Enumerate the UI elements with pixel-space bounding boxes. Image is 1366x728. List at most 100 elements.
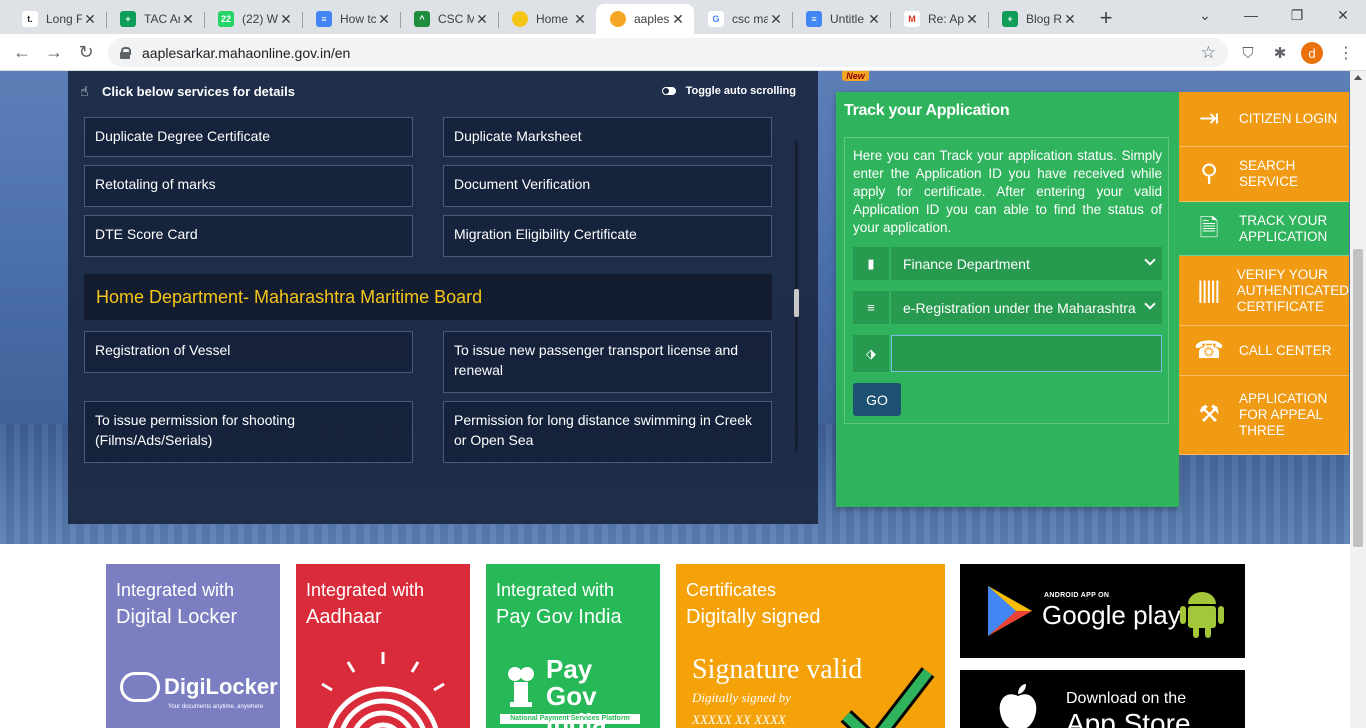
- aadhaar-card[interactable]: Integrated with Aadhaar: [296, 564, 470, 728]
- address-bar: ← → ↻ aaplesarkar.mahaonline.gov.in/en ☆…: [0, 34, 1366, 71]
- digitally-signed-card[interactable]: Certificates Digitally signed Signature …: [676, 564, 945, 728]
- tab-title: TAC Ar: [144, 12, 180, 26]
- toggle-switch-icon[interactable]: [661, 87, 676, 95]
- service-item[interactable]: Registration of Vessel: [84, 331, 413, 373]
- tab-close-icon[interactable]: ✕: [866, 11, 882, 28]
- service-item[interactable]: Retotaling of marks: [84, 165, 413, 207]
- track-title: Track your Application: [844, 102, 1010, 119]
- reload-button[interactable]: ↻: [70, 36, 102, 68]
- go-button[interactable]: GO: [853, 383, 901, 416]
- card-line1: Integrated with: [496, 580, 615, 600]
- service-item[interactable]: Duplicate Degree Certificate: [84, 117, 413, 157]
- browser-tab[interactable]: ≡ How tc ✕: [302, 4, 400, 34]
- page-scrollbar[interactable]: [1350, 71, 1366, 728]
- browser-tab[interactable]: Home ✕: [498, 4, 596, 34]
- url-bar[interactable]: aaplesarkar.mahaonline.gov.in/en ☆: [108, 38, 1228, 67]
- service-item[interactable]: To issue permission for shooting (Films/…: [84, 401, 413, 463]
- tab-close-icon[interactable]: ✕: [278, 11, 294, 28]
- app-store-badge[interactable]: Download on the App Store: [960, 670, 1245, 728]
- browser-tab[interactable]: ^ CSC M ✕: [400, 4, 498, 34]
- paygov-card[interactable]: Integrated with Pay Gov India Pay Gov In…: [486, 564, 660, 728]
- browser-tab[interactable]: 22 (22) W ✕: [204, 4, 302, 34]
- chevron-down-icon: [1144, 254, 1156, 266]
- track-application-link[interactable]: 🗎 TRACK YOUR APPLICATION: [1179, 202, 1349, 256]
- extensions-puzzle-icon[interactable]: ✱: [1264, 37, 1296, 69]
- login-icon: ⇥: [1198, 105, 1220, 132]
- tab-close-icon[interactable]: ✕: [474, 11, 490, 28]
- department-select[interactable]: Finance Department: [891, 247, 1162, 280]
- tab-favicon-icon: M: [904, 11, 920, 27]
- browser-tab[interactable]: aaples ✕: [596, 4, 694, 34]
- quick-link-label: VERIFY YOUR AUTHENTICATED CERTIFICATE: [1236, 266, 1350, 314]
- browser-tab[interactable]: Gcsc ma ✕: [694, 4, 792, 34]
- appeal-link[interactable]: ⚒ APPLICATION FOR APPEAL THREE: [1179, 376, 1349, 455]
- service-item[interactable]: Document Verification: [443, 165, 772, 207]
- tab-close-icon[interactable]: ✕: [572, 11, 588, 28]
- digilocker-card[interactable]: Integrated with Digital Locker DigiLocke…: [106, 564, 280, 728]
- tab-close-icon[interactable]: ✕: [1062, 11, 1078, 28]
- auto-scroll-toggle[interactable]: Toggle auto scrolling: [661, 85, 796, 97]
- gavel-icon: ⚒: [1198, 401, 1220, 428]
- browser-tab[interactable]: + Blog R ✕: [988, 4, 1086, 34]
- close-window-button[interactable]: ✕: [1320, 0, 1366, 30]
- services-header: ☝ Click below services for details Toggl…: [68, 71, 818, 111]
- new-tab-button[interactable]: +: [1092, 4, 1120, 32]
- search-service-link[interactable]: ⚲ SEARCH SERVICE: [1179, 147, 1349, 202]
- service-item[interactable]: Duplicate Marksheet: [443, 117, 772, 157]
- card-line1: Certificates: [686, 580, 777, 600]
- services-scroll-thumb[interactable]: [794, 289, 799, 317]
- card-line1: Integrated with: [116, 580, 235, 600]
- tab-favicon-icon: ≡: [806, 11, 822, 27]
- tab-close-icon[interactable]: ✕: [670, 11, 686, 28]
- services-list: Duplicate Degree Certificate Duplicate M…: [84, 117, 772, 517]
- tab-title: Blog R: [1026, 12, 1062, 26]
- application-id-input[interactable]: [891, 335, 1162, 372]
- chevron-down-icon: [1144, 298, 1156, 310]
- browser-tab[interactable]: M Re: Ap ✕: [890, 4, 988, 34]
- card-line2: Digitally signed: [686, 606, 821, 628]
- quick-link-label: CALL CENTER: [1239, 342, 1332, 358]
- google-play-badge[interactable]: ANDROID APP ON Google play: [960, 564, 1245, 658]
- quick-link-label: SEARCH SERVICE: [1239, 158, 1299, 189]
- tab-close-icon[interactable]: ✕: [376, 11, 392, 28]
- call-center-link[interactable]: ☎ CALL CENTER: [1179, 326, 1349, 376]
- minimize-button[interactable]: —: [1228, 0, 1274, 30]
- tab-favicon-icon: G: [708, 11, 724, 27]
- quick-link-label: CITIZEN LOGIN: [1239, 111, 1338, 126]
- citizen-login-link[interactable]: ⇥ CITIZEN LOGIN: [1179, 92, 1349, 147]
- department-row: ▮ Finance Department: [853, 247, 1162, 280]
- web-page: ☝ Click below services for details Toggl…: [0, 71, 1350, 728]
- back-button[interactable]: ←: [6, 36, 38, 68]
- tab-close-icon[interactable]: ✕: [180, 11, 196, 28]
- tab-close-icon[interactable]: ✕: [768, 11, 784, 28]
- verify-certificate-link[interactable]: ||||| VERIFY YOUR AUTHENTICATED CERTIFIC…: [1179, 256, 1349, 326]
- restore-button[interactable]: ❐: [1274, 0, 1320, 30]
- tab-title: csc ma: [732, 12, 768, 26]
- shield-extension-icon[interactable]: ⛉: [1232, 37, 1264, 69]
- profile-avatar[interactable]: d: [1301, 42, 1323, 64]
- browser-tab[interactable]: ≡ Untitle ✕: [792, 4, 890, 34]
- page-scroll-thumb[interactable]: [1353, 249, 1363, 547]
- digilocker-logo: DigiLocker: [120, 672, 278, 702]
- tab-close-icon[interactable]: ✕: [964, 11, 980, 28]
- service-item[interactable]: DTE Score Card: [84, 215, 413, 257]
- scroll-up-arrow-icon[interactable]: [1354, 75, 1362, 80]
- service-select-value: e-Registration under the Maharashtra: [903, 299, 1136, 316]
- apple-logo-icon: [999, 684, 1037, 728]
- new-badge: New: [842, 71, 869, 81]
- service-select[interactable]: e-Registration under the Maharashtra: [891, 291, 1162, 324]
- browser-tab[interactable]: t. Long F ✕: [8, 4, 106, 34]
- browser-tab[interactable]: + TAC Ar ✕: [106, 4, 204, 34]
- browser-menu-icon[interactable]: ⋮: [1330, 37, 1362, 69]
- tab-favicon-icon: ≡: [316, 11, 332, 27]
- bookmark-star-icon[interactable]: ☆: [1201, 43, 1216, 63]
- service-item[interactable]: To issue new passenger transport license…: [443, 331, 772, 393]
- forward-button[interactable]: →: [38, 36, 70, 68]
- list-icon: ≡: [853, 291, 889, 324]
- service-item[interactable]: Migration Eligibility Certificate: [443, 215, 772, 257]
- app-store-big-text: App Store: [1066, 708, 1191, 728]
- tab-title: Re: Ap: [928, 12, 964, 26]
- tab-search-icon[interactable]: ⌄: [1182, 0, 1228, 30]
- tab-close-icon[interactable]: ✕: [82, 11, 98, 28]
- service-item[interactable]: Permission for long distance swimming in…: [443, 401, 772, 463]
